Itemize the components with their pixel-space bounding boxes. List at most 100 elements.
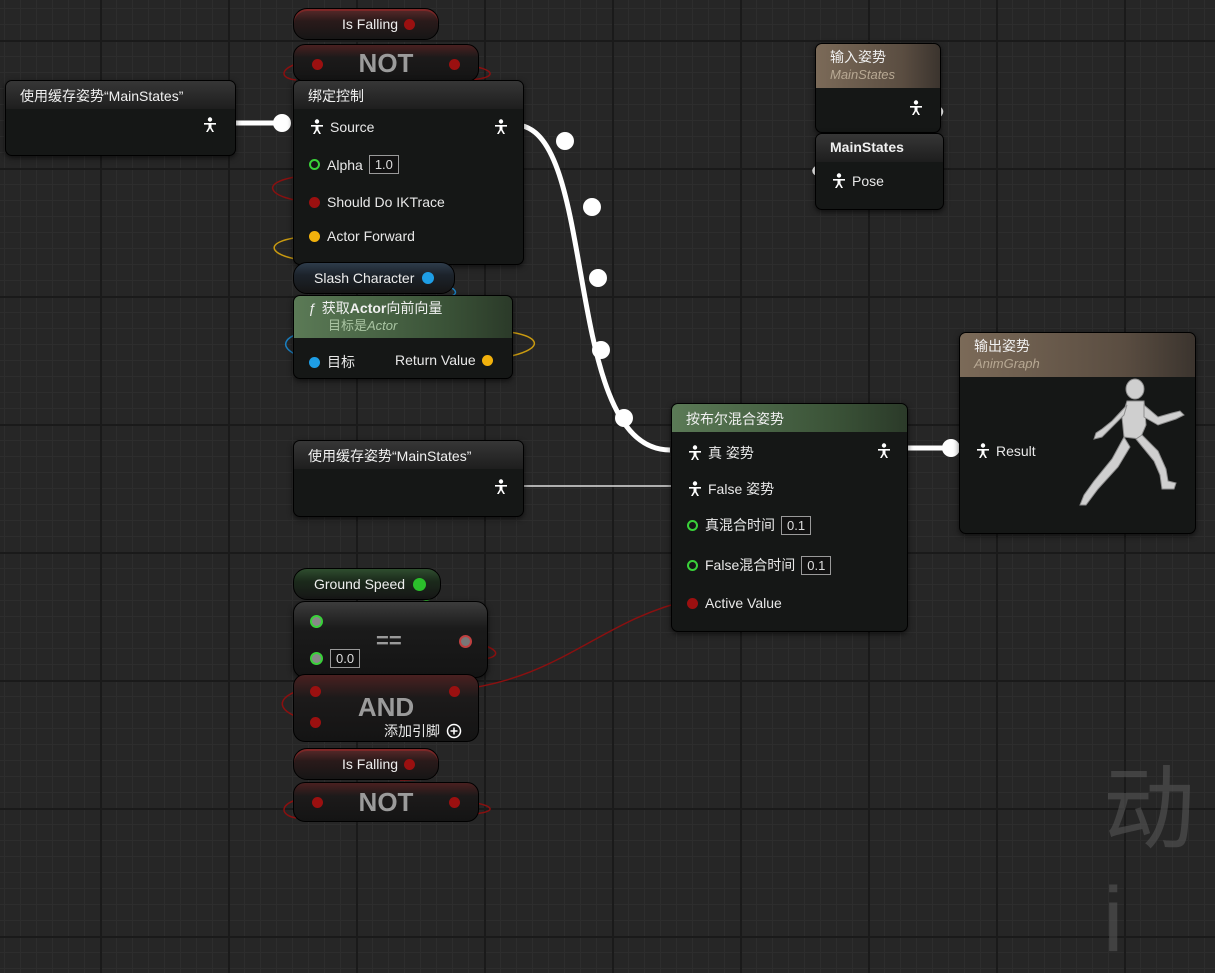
output-pose-subtitle: AnimGraph	[974, 356, 1040, 371]
true-blend-value-field[interactable]: 0.1	[781, 515, 812, 535]
active-value-pin[interactable]: Active Value	[687, 595, 782, 611]
node-title: 使用缓存姿势“MainStates”	[6, 81, 235, 109]
vector-pin-icon	[481, 354, 493, 366]
input-pose-subtitle: MainStates	[830, 67, 896, 82]
node-title: 输出姿势 AnimGraph	[960, 333, 1195, 377]
node-title: MainStates	[816, 134, 943, 162]
is-falling-label: Is Falling	[342, 16, 399, 32]
object-pin-icon	[309, 356, 320, 368]
pose-icon	[689, 445, 701, 460]
and-node-title: AND	[357, 692, 415, 722]
false-blend-value-field[interactable]: 0.1	[801, 555, 832, 575]
pose-output-pin[interactable]	[494, 119, 514, 135]
float-pin-icon	[687, 519, 698, 531]
plus-circle-icon	[446, 723, 462, 739]
pose-icon	[878, 443, 890, 458]
vector-pin-icon	[309, 230, 320, 242]
and-node[interactable]: AND 添加引脚	[293, 674, 479, 742]
is-falling-variable[interactable]: Is Falling	[293, 748, 439, 780]
slash-character-variable[interactable]: Slash Character	[293, 262, 455, 294]
true-pose-pin[interactable]: 真 姿势	[688, 443, 754, 463]
is-falling-variable[interactable]: Is Falling	[293, 8, 439, 40]
use-cached-pose-node[interactable]: 使用缓存姿势“MainStates”	[5, 80, 236, 156]
node-title: 绑定控制	[294, 81, 523, 109]
title-bold: Actor	[349, 300, 387, 316]
pose-output-pin[interactable]	[494, 479, 514, 495]
float-pin-icon	[309, 159, 320, 170]
subtitle-part: 目标是	[328, 318, 368, 333]
slash-character-label: Slash Character	[314, 270, 415, 286]
bool-output-pin[interactable]	[449, 686, 460, 697]
alpha-value-field[interactable]: 1.0	[368, 155, 399, 174]
use-cached-pose-node[interactable]: 使用缓存姿势“MainStates”	[293, 440, 524, 517]
float-output-pin[interactable]	[413, 577, 427, 591]
pose-output-pin[interactable]	[877, 443, 897, 459]
input-pose-node[interactable]: 输入姿势 MainStates	[815, 43, 941, 133]
should-do-ik-label: Should Do IKTrace	[327, 194, 445, 210]
ground-speed-label: Ground Speed	[314, 576, 406, 592]
function-icon: ƒ	[308, 300, 316, 316]
false-blend-label: False混合时间	[705, 557, 796, 573]
false-blend-time-pin[interactable]: False混合时间 0.1	[687, 555, 832, 575]
watermark-text: 动i	[1103, 759, 1200, 971]
result-label: Result	[996, 443, 1036, 459]
pose-icon	[977, 443, 989, 458]
return-value-pin[interactable]: Return Value	[395, 352, 500, 368]
pose-icon	[204, 117, 216, 132]
alpha-pin[interactable]: Alpha 1.0	[309, 155, 399, 174]
pose-icon	[311, 119, 323, 134]
title-part: 向前向量	[386, 300, 443, 316]
object-output-pin[interactable]	[422, 272, 435, 284]
main-states-node[interactable]: MainStates Pose	[815, 133, 944, 210]
output-pose-node[interactable]: 输出姿势 AnimGraph Result	[959, 332, 1196, 534]
source-label: Source	[330, 119, 375, 135]
node-title: 输入姿势 MainStates	[816, 44, 940, 88]
float-input-pin-b[interactable]: 0.0	[310, 649, 361, 668]
node-title: ƒ 获取Actor向前向量 目标是Actor	[294, 296, 512, 338]
pose-wire	[514, 122, 671, 453]
source-pin[interactable]: Source	[310, 119, 374, 135]
bool-output-pin[interactable]	[404, 758, 416, 770]
true-blend-time-pin[interactable]: 真混合时间 0.1	[687, 515, 812, 535]
get-forward-vector-node[interactable]: ƒ 获取Actor向前向量 目标是Actor 目标 Return Value	[293, 295, 513, 379]
pose-icon	[495, 479, 507, 494]
subtitle-italic: Actor	[367, 318, 398, 333]
float-pin-icon	[310, 652, 323, 665]
should-do-ik-pin[interactable]: Should Do IKTrace	[309, 194, 445, 210]
actor-forward-pin[interactable]: Actor Forward	[309, 228, 415, 244]
actor-forward-label: Actor Forward	[327, 228, 415, 244]
equals-operator: ==	[376, 628, 402, 653]
compare-value-field[interactable]: 0.0	[330, 649, 361, 668]
active-value-label: Active Value	[705, 595, 782, 611]
pose-icon	[495, 119, 507, 134]
bool-output-pin[interactable]	[449, 59, 460, 70]
false-pose-label: False 姿势	[708, 481, 775, 497]
target-label: 目标	[327, 354, 355, 370]
result-pin[interactable]: Result	[976, 443, 1036, 459]
pose-pin[interactable]: Pose	[832, 173, 884, 189]
bool-output-pin[interactable]	[449, 797, 460, 808]
pose-label: Pose	[852, 173, 884, 189]
bool-pin-icon	[687, 597, 698, 609]
equals-node[interactable]: == 0.0	[293, 601, 488, 678]
not-node[interactable]: NOT	[293, 782, 479, 822]
pose-output-pin[interactable]	[909, 100, 929, 116]
false-pose-pin[interactable]: False 姿势	[688, 479, 774, 499]
output-pose-title: 输出姿势	[974, 338, 1030, 354]
blend-poses-by-bool-node[interactable]: 按布尔混合姿势 真 姿势 False 姿势 真混合时间 0.1 False混合时…	[671, 403, 908, 632]
node-title: 使用缓存姿势“MainStates”	[294, 441, 523, 469]
bool-output-pin[interactable]	[404, 18, 416, 30]
ground-speed-variable[interactable]: Ground Speed	[293, 568, 441, 600]
pose-icon	[833, 173, 845, 188]
pose-icon	[689, 481, 701, 496]
float-input-pin[interactable]	[310, 615, 323, 628]
running-mannequin-icon	[1079, 378, 1185, 506]
target-pin[interactable]: 目标	[309, 352, 355, 372]
bool-output-pin[interactable]	[459, 635, 472, 648]
bind-control-node[interactable]: 绑定控制 Source Alpha 1.0 Should Do IKTrace …	[293, 80, 524, 265]
pose-output-pin[interactable]	[203, 117, 223, 133]
not-node[interactable]: NOT	[293, 44, 479, 82]
pose-icon	[910, 100, 922, 115]
true-pose-label: 真 姿势	[708, 445, 754, 461]
add-pin-button[interactable]: 添加引脚	[384, 721, 462, 741]
